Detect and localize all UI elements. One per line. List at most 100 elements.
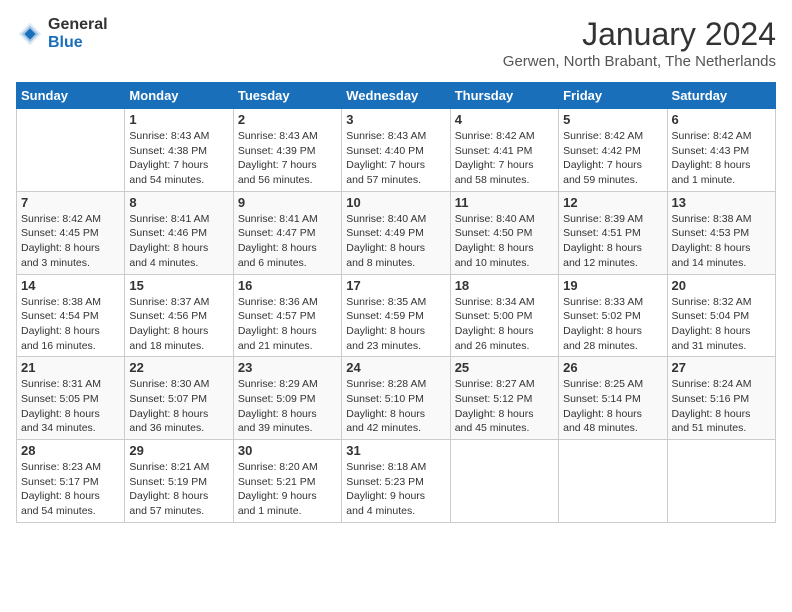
calendar-day-cell: 18 Sunrise: 8:34 AMSunset: 5:00 PMDayligh…	[450, 274, 558, 357]
calendar-day-cell: 16Sunrise: 8:36 AMSunset: 4:57 PMDayligh…	[233, 274, 341, 357]
day-number: 10	[346, 195, 445, 210]
day-info: Sunrise: 8:43 AMSunset: 4:39 PMDaylight:…	[238, 129, 337, 188]
day-info: Sunrise: 8:28 AMSunset: 5:10 PMDaylight:…	[346, 377, 445, 436]
logo-text: General Blue	[48, 16, 108, 51]
calendar-week-row: 28 Sunrise: 8:23 AMSunset: 5:17 PMDayligh…	[17, 440, 776, 523]
calendar-table: SundayMondayTuesdayWednesdayThursdayFrid…	[16, 82, 776, 523]
calendar-day-cell: 19Sunrise: 8:33 AMSunset: 5:02 PMDayligh…	[559, 274, 667, 357]
calendar-day-cell: 1Sunrise: 8:43 AMSunset: 4:38 PMDaylight…	[125, 109, 233, 192]
day-number: 25	[455, 360, 554, 375]
day-number: 31	[346, 443, 445, 458]
day-number: 2	[238, 112, 337, 127]
logo-icon	[16, 20, 44, 48]
month-title: January 2024	[503, 16, 776, 53]
day-info: Sunrise: 8:40 AMSunset: 4:50 PMDaylight:…	[455, 212, 554, 271]
calendar-week-row: 1Sunrise: 8:43 AMSunset: 4:38 PMDaylight…	[17, 109, 776, 192]
calendar-day-cell	[559, 440, 667, 523]
day-number: 15	[129, 278, 228, 293]
day-info: Sunrise: 8:32 AMSunset: 5:04 PMDaylight:…	[672, 295, 771, 354]
calendar-day-cell	[450, 440, 558, 523]
calendar-day-header: Monday	[125, 83, 233, 109]
day-number: 22	[129, 360, 228, 375]
day-number: 12	[563, 195, 662, 210]
day-info: Sunrise: 8:37 AMSunset: 4:56 PMDaylight:…	[129, 295, 228, 354]
day-info: Sunrise: 8:43 AMSunset: 4:38 PMDaylight:…	[129, 129, 228, 188]
day-info: Sunrise: 8:43 AMSunset: 4:40 PMDaylight:…	[346, 129, 445, 188]
day-info: Sunrise: 8:20 AMSunset: 5:21 PMDaylight:…	[238, 460, 337, 519]
day-info: Sunrise: 8:35 AMSunset: 4:59 PMDaylight:…	[346, 295, 445, 354]
calendar-day-cell: 15 Sunrise: 8:37 AMSunset: 4:56 PMDayligh…	[125, 274, 233, 357]
day-number: 3	[346, 112, 445, 127]
calendar-header-row: SundayMondayTuesdayWednesdayThursdayFrid…	[17, 83, 776, 109]
calendar-day-header: Tuesday	[233, 83, 341, 109]
calendar-day-cell: 20Sunrise: 8:32 AMSunset: 5:04 PMDayligh…	[667, 274, 775, 357]
calendar-day-cell: 9 Sunrise: 8:41 AMSunset: 4:47 PMDaylight…	[233, 191, 341, 274]
day-number: 27	[672, 360, 771, 375]
calendar-day-cell: 12 Sunrise: 8:39 AMSunset: 4:51 PMDayligh…	[559, 191, 667, 274]
logo: General Blue	[16, 16, 108, 51]
day-number: 28	[21, 443, 120, 458]
calendar-day-header: Saturday	[667, 83, 775, 109]
day-info: Sunrise: 8:42 AMSunset: 4:41 PMDaylight:…	[455, 129, 554, 188]
day-info: Sunrise: 8:25 AMSunset: 5:14 PMDaylight:…	[563, 377, 662, 436]
calendar-day-header: Sunday	[17, 83, 125, 109]
calendar-day-cell: 6Sunrise: 8:42 AMSunset: 4:43 PMDaylight…	[667, 109, 775, 192]
calendar-day-header: Thursday	[450, 83, 558, 109]
day-info: Sunrise: 8:38 AMSunset: 4:54 PMDaylight:…	[21, 295, 120, 354]
day-number: 7	[21, 195, 120, 210]
calendar-day-cell: 21Sunrise: 8:31 AMSunset: 5:05 PMDayligh…	[17, 357, 125, 440]
day-info: Sunrise: 8:41 AMSunset: 4:47 PMDaylight:…	[238, 212, 337, 271]
day-info: Sunrise: 8:34 AMSunset: 5:00 PMDaylight:…	[455, 295, 554, 354]
day-number: 19	[563, 278, 662, 293]
calendar-day-cell: 11 Sunrise: 8:40 AMSunset: 4:50 PMDayligh…	[450, 191, 558, 274]
day-number: 30	[238, 443, 337, 458]
calendar-day-cell: 8 Sunrise: 8:41 AMSunset: 4:46 PMDaylight…	[125, 191, 233, 274]
calendar-day-cell: 27Sunrise: 8:24 AMSunset: 5:16 PMDayligh…	[667, 357, 775, 440]
day-info: Sunrise: 8:27 AMSunset: 5:12 PMDaylight:…	[455, 377, 554, 436]
day-info: Sunrise: 8:42 AMSunset: 4:42 PMDaylight:…	[563, 129, 662, 188]
day-info: Sunrise: 8:39 AMSunset: 4:51 PMDaylight:…	[563, 212, 662, 271]
location-subtitle: Gerwen, North Brabant, The Netherlands	[503, 53, 776, 70]
day-info: Sunrise: 8:42 AMSunset: 4:43 PMDaylight:…	[672, 129, 771, 188]
page-header: General Blue January 2024 Gerwen, North …	[16, 16, 776, 70]
calendar-week-row: 21Sunrise: 8:31 AMSunset: 5:05 PMDayligh…	[17, 357, 776, 440]
day-info: Sunrise: 8:30 AMSunset: 5:07 PMDaylight:…	[129, 377, 228, 436]
day-info: Sunrise: 8:18 AMSunset: 5:23 PMDaylight:…	[346, 460, 445, 519]
calendar-day-cell: 31 Sunrise: 8:18 AMSunset: 5:23 PMDayligh…	[342, 440, 450, 523]
day-info: Sunrise: 8:29 AMSunset: 5:09 PMDaylight:…	[238, 377, 337, 436]
day-number: 21	[21, 360, 120, 375]
calendar-day-cell: 25 Sunrise: 8:27 AMSunset: 5:12 PMDayligh…	[450, 357, 558, 440]
day-number: 17	[346, 278, 445, 293]
calendar-day-cell	[667, 440, 775, 523]
calendar-day-cell: 7 Sunrise: 8:42 AMSunset: 4:45 PMDaylight…	[17, 191, 125, 274]
calendar-day-cell: 24Sunrise: 8:28 AMSunset: 5:10 PMDayligh…	[342, 357, 450, 440]
day-info: Sunrise: 8:42 AMSunset: 4:45 PMDaylight:…	[21, 212, 120, 271]
day-number: 14	[21, 278, 120, 293]
calendar-day-cell: 23 Sunrise: 8:29 AMSunset: 5:09 PMDayligh…	[233, 357, 341, 440]
calendar-day-cell: 17 Sunrise: 8:35 AMSunset: 4:59 PMDayligh…	[342, 274, 450, 357]
calendar-day-cell: 13Sunrise: 8:38 AMSunset: 4:53 PMDayligh…	[667, 191, 775, 274]
day-number: 8	[129, 195, 228, 210]
calendar-day-cell: 28 Sunrise: 8:23 AMSunset: 5:17 PMDayligh…	[17, 440, 125, 523]
day-number: 4	[455, 112, 554, 127]
calendar-day-cell	[17, 109, 125, 192]
day-number: 11	[455, 195, 554, 210]
calendar-day-cell: 3 Sunrise: 8:43 AMSunset: 4:40 PMDaylight…	[342, 109, 450, 192]
calendar-day-cell: 4 Sunrise: 8:42 AMSunset: 4:41 PMDaylight…	[450, 109, 558, 192]
day-info: Sunrise: 8:38 AMSunset: 4:53 PMDaylight:…	[672, 212, 771, 271]
calendar-day-cell: 22 Sunrise: 8:30 AMSunset: 5:07 PMDayligh…	[125, 357, 233, 440]
day-info: Sunrise: 8:23 AMSunset: 5:17 PMDaylight:…	[21, 460, 120, 519]
day-number: 9	[238, 195, 337, 210]
title-area: January 2024 Gerwen, North Brabant, The …	[503, 16, 776, 70]
calendar-day-cell: 5 Sunrise: 8:42 AMSunset: 4:42 PMDaylight…	[559, 109, 667, 192]
day-number: 18	[455, 278, 554, 293]
day-number: 5	[563, 112, 662, 127]
day-number: 26	[563, 360, 662, 375]
calendar-week-row: 14 Sunrise: 8:38 AMSunset: 4:54 PMDayligh…	[17, 274, 776, 357]
day-number: 23	[238, 360, 337, 375]
day-info: Sunrise: 8:41 AMSunset: 4:46 PMDaylight:…	[129, 212, 228, 271]
logo-blue: Blue	[48, 34, 108, 52]
calendar-day-cell: 2 Sunrise: 8:43 AMSunset: 4:39 PMDaylight…	[233, 109, 341, 192]
day-number: 29	[129, 443, 228, 458]
day-info: Sunrise: 8:40 AMSunset: 4:49 PMDaylight:…	[346, 212, 445, 271]
